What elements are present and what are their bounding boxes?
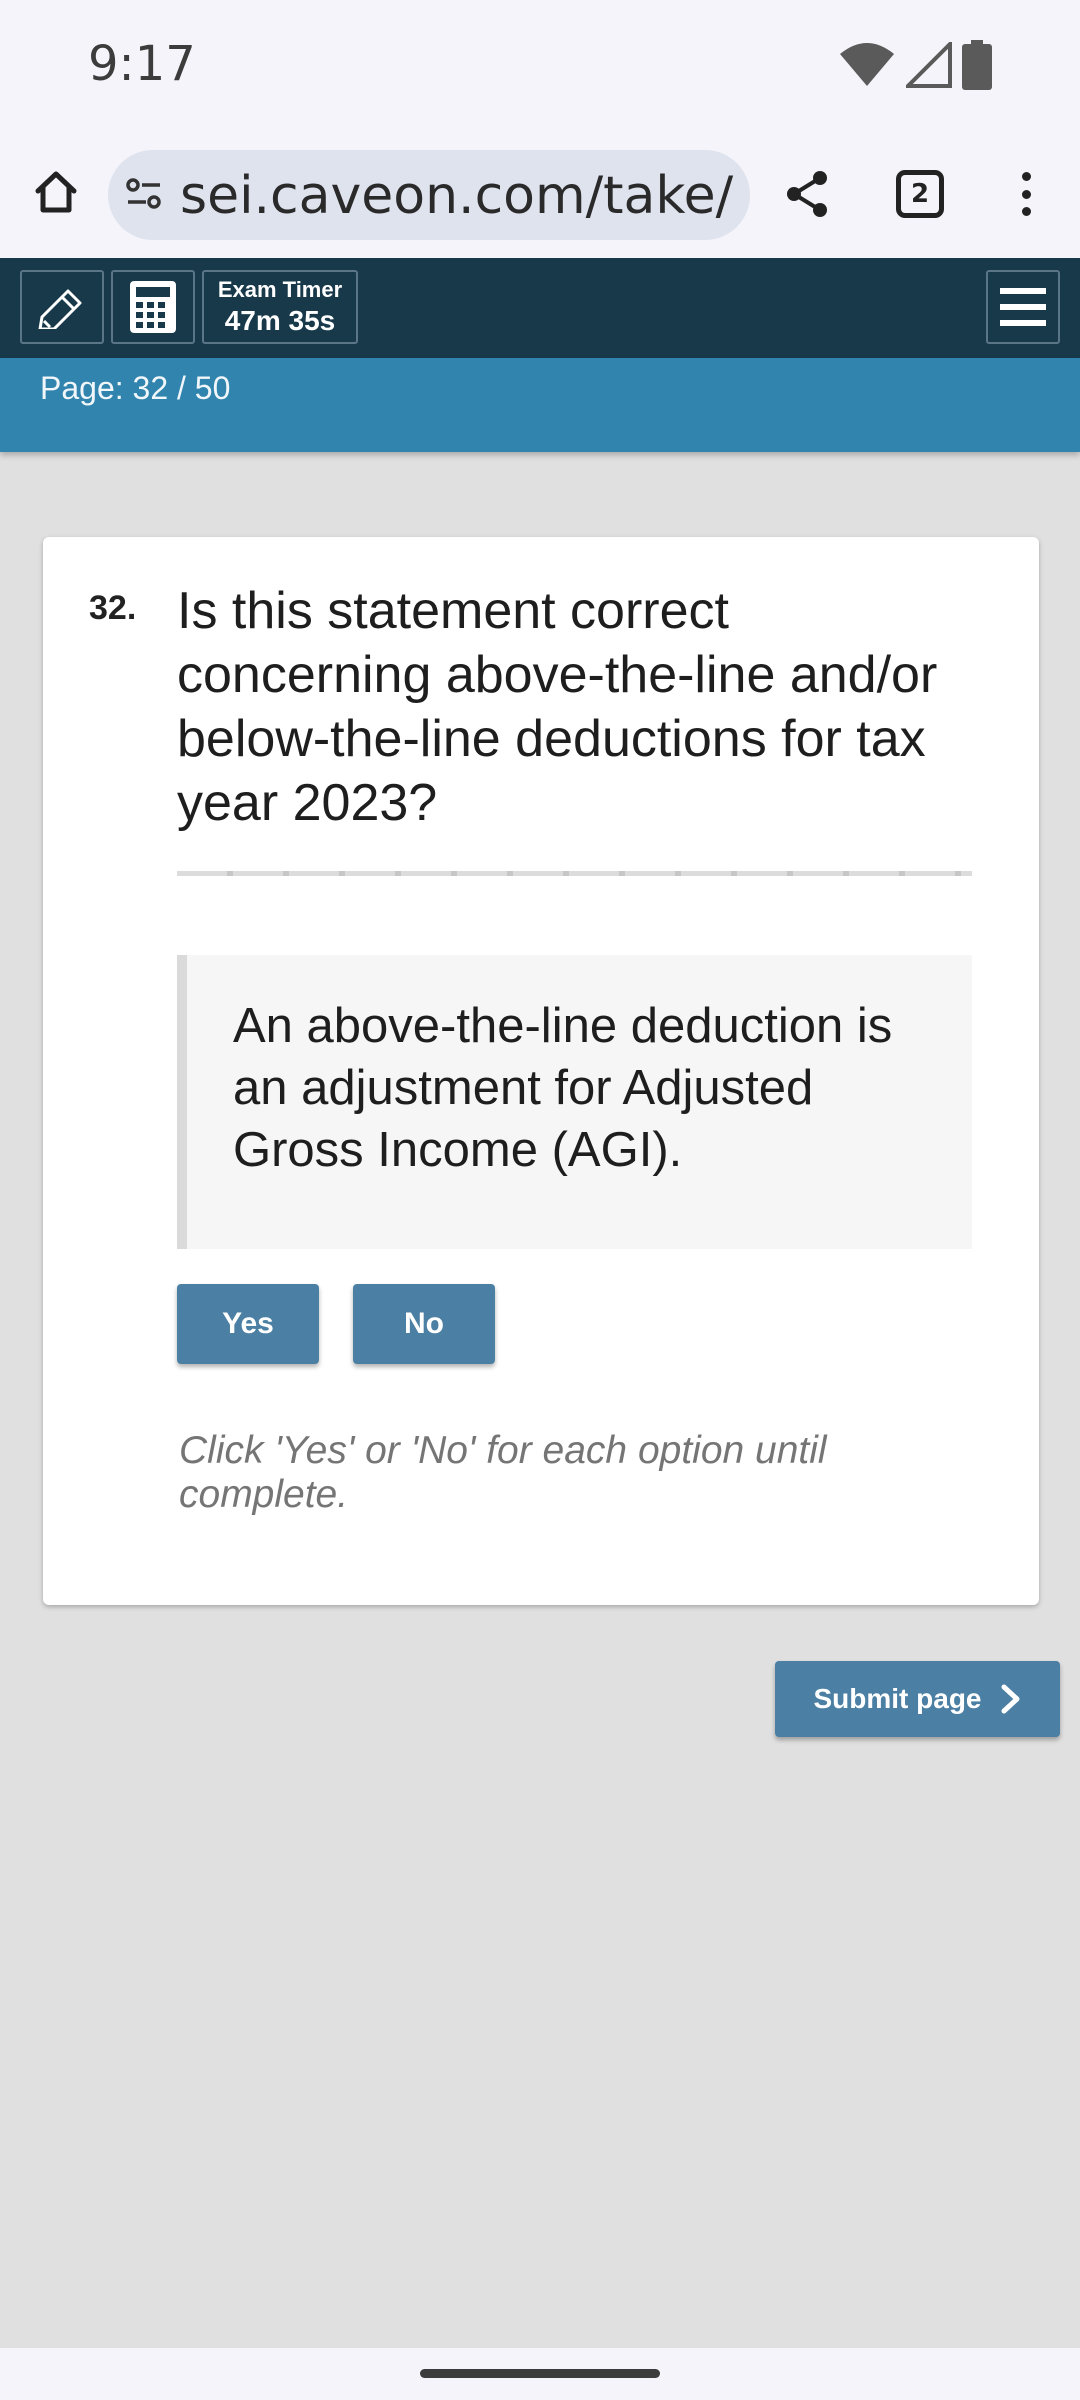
battery-icon [962, 40, 992, 90]
submit-label: Submit page [813, 1683, 982, 1714]
status-icons [838, 40, 992, 90]
no-button[interactable]: No [353, 1284, 495, 1364]
browser-toolbar: sei.caveon.com/take/ 2 [0, 134, 1080, 258]
question-card: 32. Is this statement correct concerning… [43, 537, 1039, 1605]
instruction-text: Click 'Yes' or 'No' for each option unti… [179, 1429, 827, 1516]
share-icon [787, 171, 827, 217]
timer-label: Exam Timer [217, 277, 343, 302]
home-icon [35, 171, 77, 213]
status-time: 9:17 [88, 36, 196, 92]
more-vert-icon [1021, 172, 1031, 181]
tabs-button[interactable]: 2 [896, 170, 944, 218]
calculator-icon [130, 281, 176, 333]
status-bar: 9:17 [0, 0, 1080, 134]
statement-text: An above-the-line deduction is an adjust… [233, 999, 893, 1177]
url-bar[interactable]: sei.caveon.com/take/ [108, 150, 750, 240]
home-button[interactable] [28, 164, 84, 220]
chevron-right-icon [1001, 1684, 1019, 1714]
wifi-icon [840, 43, 894, 86]
question-number: 32. [89, 589, 137, 627]
calculator-button[interactable] [111, 270, 195, 344]
question-divider [177, 871, 972, 876]
submit-page-button[interactable]: Submit page [775, 1661, 1060, 1737]
exam-toolbar: Exam Timer 47m 35s [0, 258, 1080, 358]
exam-timer[interactable]: Exam Timer 47m 35s [202, 270, 358, 344]
hamburger-menu-icon [1000, 288, 1046, 326]
share-button[interactable] [780, 166, 836, 222]
signal-icon [906, 42, 952, 88]
yes-button[interactable]: Yes [177, 1284, 319, 1364]
statement-box: An above-the-line deduction is an adjust… [177, 955, 972, 1249]
hamburger-menu-button[interactable] [986, 270, 1060, 344]
gesture-nav-bar [0, 2348, 1080, 2400]
page-indicator-bar: Page: 32 / 50 [0, 358, 1080, 452]
question-text: Is this statement correct concerning abo… [177, 582, 938, 832]
pencil-button[interactable] [20, 270, 104, 344]
more-menu-button[interactable] [1010, 166, 1042, 222]
pencil-icon [38, 289, 82, 329]
home-gesture-handle[interactable] [420, 2369, 660, 2378]
page-indicator: Page: 32 / 50 [40, 370, 231, 406]
url-text: sei.caveon.com/take/ [180, 166, 734, 226]
tune-icon[interactable] [124, 174, 164, 214]
timer-value: 47m 35s [224, 305, 336, 336]
